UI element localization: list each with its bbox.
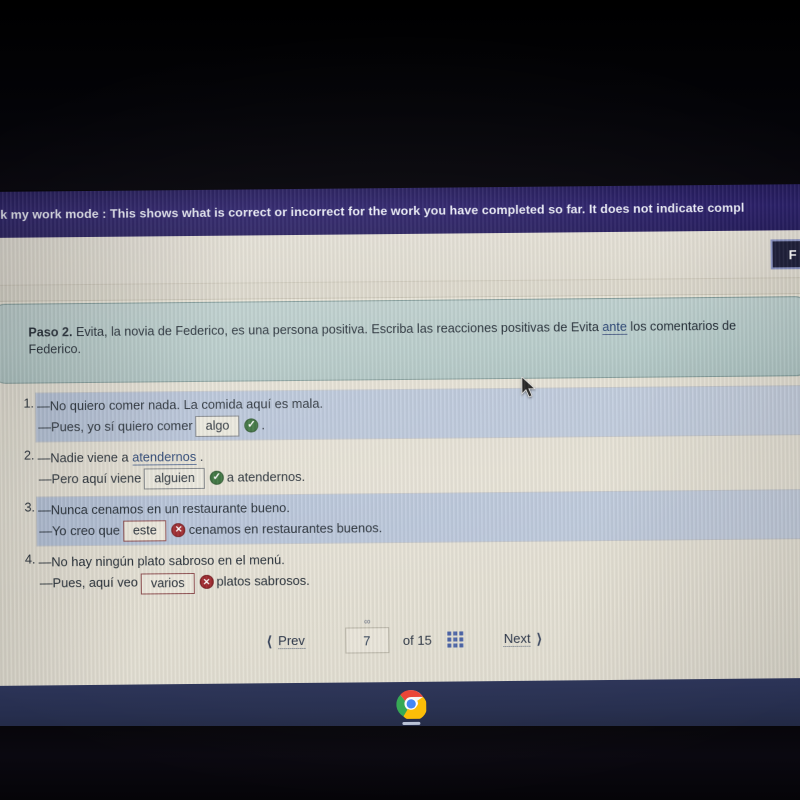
app-toolbar: F	[0, 230, 800, 286]
instruction-text: Paso 2. Evita, la novia de Federico, es …	[28, 317, 786, 358]
laptop-bezel-top	[0, 0, 800, 190]
prompt-link-atendernos[interactable]: atendernos	[132, 449, 197, 466]
item-content: —No hay ningún plato sabroso en el menú.…	[37, 542, 800, 598]
chrome-icon[interactable]	[396, 689, 428, 721]
banner-text: eck my work mode : This shows what is co…	[0, 200, 745, 222]
instruction-link-ante[interactable]: ante	[602, 319, 627, 336]
answer-prefix: —Pues, aquí veo	[39, 574, 139, 591]
pagination-bar: ⟨ Prev ∞ 7 of 15 Next ⟩	[0, 616, 800, 664]
exercise-item-3[interactable]: 3. —Nunca cenamos en un restaurante buen…	[0, 490, 800, 546]
answer-suffix: platos sabrosos.	[216, 573, 310, 590]
answer-prefix: —Pero aquí viene	[38, 470, 142, 487]
mouse-cursor	[521, 376, 536, 398]
prompt-suffix: .	[196, 449, 204, 465]
page-total-label: of 15	[402, 632, 432, 648]
next-page-button[interactable]: Next ⟩	[498, 628, 548, 649]
check-circle-icon: ✓	[209, 470, 224, 485]
answer-prefix: —Yo creo que	[39, 522, 120, 539]
check-circle-icon: ✓	[244, 417, 259, 433]
browser-viewport: eck my work mode : This shows what is co…	[0, 184, 800, 692]
page-number-input[interactable]: 7	[363, 633, 370, 648]
exercise-item-list: 1. —No quiero comer nada. La comida aquí…	[0, 386, 800, 602]
item-content: —Nunca cenamos en un restaurante bueno. …	[36, 490, 800, 546]
x-circle-icon: ✕	[171, 522, 186, 538]
prompt-prefix: —Nadie viene a	[37, 449, 133, 466]
link-chain-icon: ∞	[363, 616, 370, 627]
item-content: —No quiero comer nada. La comida aquí es…	[35, 386, 800, 442]
answer-suffix: cenamos en restaurantes buenos.	[188, 520, 383, 538]
taskbar-active-indicator	[402, 721, 421, 725]
answer-suffix: .	[261, 417, 266, 433]
exercise-item-1[interactable]: 1. —No quiero comer nada. La comida aquí…	[0, 386, 800, 442]
step-label: Paso 2.	[28, 325, 73, 340]
next-label: Next	[503, 630, 531, 648]
check-my-work-banner: eck my work mode : This shows what is co…	[0, 184, 800, 238]
chevron-left-icon: ⟨	[266, 632, 273, 649]
item-content: —Nadie viene a atendernos . —Pero aquí v…	[36, 438, 800, 494]
instruction-before-link: Evita, la novia de Federico, es una pers…	[72, 320, 603, 340]
prev-page-button[interactable]: ⟨ Prev	[261, 630, 311, 651]
x-circle-icon: ✕	[199, 574, 214, 589]
toolbar-corner-button[interactable]: F	[770, 239, 800, 270]
answer-input-3[interactable]: este	[122, 520, 167, 543]
answer-input-2[interactable]: alguien	[144, 468, 205, 490]
chevron-right-icon: ⟩	[536, 630, 543, 647]
answer-suffix: a atendernos.	[226, 469, 306, 485]
page-number-input-wrap[interactable]: ∞ 7	[344, 616, 389, 654]
instruction-card: Paso 2. Evita, la novia de Federico, es …	[0, 296, 800, 384]
prev-label: Prev	[278, 632, 305, 650]
exercise-item-2[interactable]: 2. —Nadie viene a atendernos . —Pero aqu…	[0, 438, 800, 494]
answer-prefix: —Pues, yo sí quiero comer	[38, 418, 193, 435]
answer-input-4[interactable]: varios	[140, 572, 195, 595]
laptop-bezel-bottom: hp	[0, 726, 800, 800]
laptop-screen-photo: eck my work mode : This shows what is co…	[0, 0, 800, 800]
item-number: 2.	[23, 447, 35, 463]
item-number: 3.	[24, 499, 36, 515]
item-number: 4.	[24, 551, 36, 567]
item-number: 1.	[23, 395, 35, 411]
grid-view-icon[interactable]	[447, 631, 464, 648]
answer-input-1[interactable]: algo	[195, 415, 240, 438]
exercise-item-4[interactable]: 4. —No hay ningún plato sabroso en el me…	[0, 542, 800, 598]
